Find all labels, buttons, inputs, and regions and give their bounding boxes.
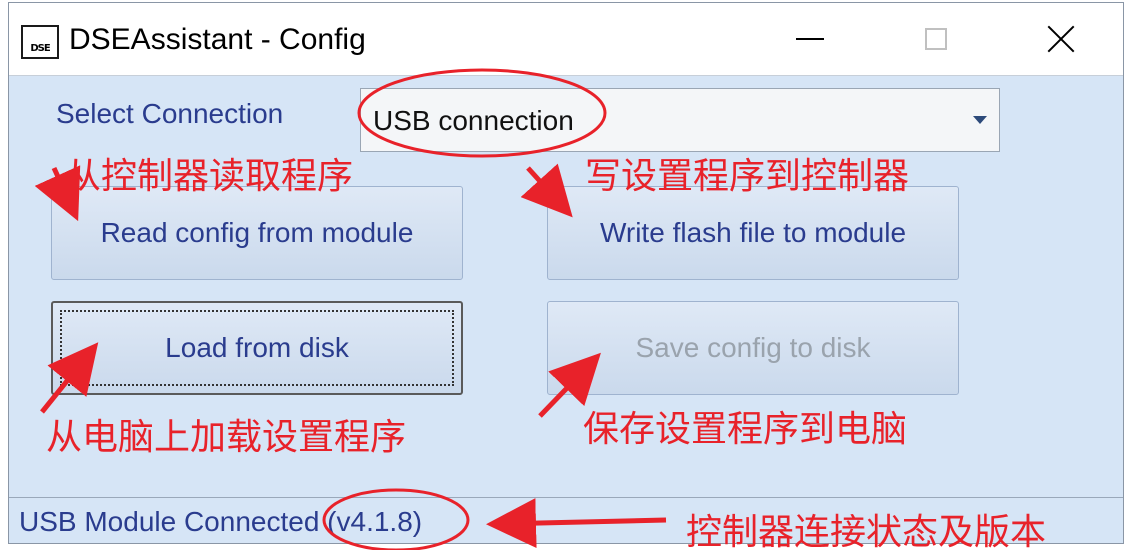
annotation-write: 写设置程序到控制器 [585,156,910,197]
connection-dropdown[interactable]: USB connection [360,88,1000,152]
minimize-icon [796,38,824,40]
write-flash-button[interactable]: Write flash file to module [547,186,959,280]
annotation-save: 保存设置程序到电脑 [583,409,908,450]
window-title: DSEAssistant - Config [69,23,366,56]
dse-app-icon: DSE [21,25,59,59]
read-config-button[interactable]: Read config from module [51,186,463,280]
load-from-disk-button[interactable]: Load from disk [51,301,463,395]
annotation-status: 控制器连接状态及版本 [686,512,1047,553]
connection-dropdown-value: USB connection [373,105,574,136]
config-window: DSE DSEAssistant - Config Select Connect… [8,2,1124,544]
maximize-icon [925,28,947,50]
save-config-button[interactable]: Save config to disk [547,301,959,395]
close-icon [1046,24,1076,54]
status-text: USB Module Connected (v4.1.8) [19,506,423,537]
annotation-load: 从电脑上加载设置程序 [46,417,407,458]
annotation-read: 从控制器读取程序 [65,156,354,197]
title-bar[interactable]: DSE DSEAssistant - Config [9,3,1123,76]
close-button[interactable] [1026,13,1096,65]
maximize-button[interactable] [901,13,971,65]
minimize-button[interactable] [775,13,845,65]
chevron-down-icon[interactable] [973,116,987,124]
select-connection-label: Select Connection [56,98,284,129]
